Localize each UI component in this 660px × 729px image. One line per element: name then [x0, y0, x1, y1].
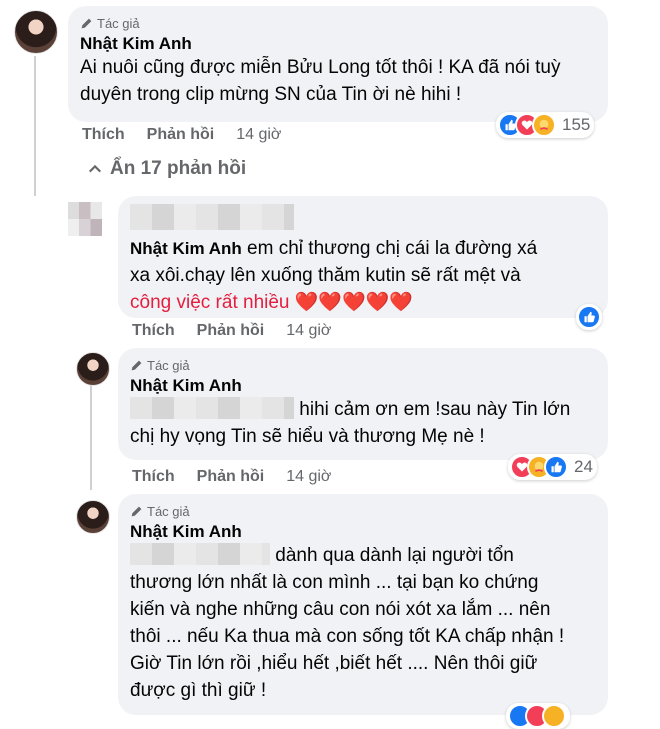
care-reaction-icon [532, 113, 556, 137]
thread-line [34, 56, 36, 196]
commenter-name[interactable]: Nhật Kim Anh [130, 522, 596, 542]
author-badge: Tác giả [130, 502, 596, 520]
pen-icon [131, 360, 142, 370]
reply-button[interactable]: Phản hồi [197, 468, 265, 486]
timestamp[interactable]: 14 giờ [236, 126, 281, 144]
avatar[interactable] [76, 352, 110, 386]
commenter-name[interactable]: Nhật Kim Anh [80, 34, 596, 54]
reply-actions: Thích Phản hồi 14 giờ [132, 468, 331, 486]
reply-bubble: Tác giả Nhật Kim Anh hihi cảm ơn em !sau… [118, 348, 608, 460]
reply-text: dành qua dành lại người tổn [275, 545, 514, 566]
tagged-name[interactable]: Nhật Kim Anh [130, 239, 242, 258]
hide-replies-toggle[interactable]: Ẩn 17 phản hồi [88, 158, 246, 180]
comment-text-line: duyên trong clip mừng SN của Tin ời nè h… [80, 84, 462, 105]
comment-actions: Thích Phản hồi 14 giờ [82, 126, 281, 144]
timestamp[interactable]: 14 giờ [286, 322, 331, 340]
reply-actions: Thích Phản hồi 14 giờ [132, 322, 331, 340]
reaction-summary[interactable]: 24 [508, 454, 597, 480]
reply-text: em chỉ thương chị cái la đường xá [247, 238, 538, 259]
commenter-name[interactable]: Nhật Kim Anh [130, 376, 596, 396]
pen-icon [131, 506, 142, 516]
reply-text-line: xa xôi.chạy lên xuống thăm kutin sẽ rất … [130, 265, 521, 286]
reply-text-line: Giờ Tin lớn rồi ,hiểu hết ,biết hết ....… [130, 653, 538, 674]
redacted-name [130, 204, 294, 230]
redacted-name [130, 543, 270, 565]
reply-text-line: chị hy vọng Tin sẽ hiểu và thương Mẹ nè … [130, 426, 485, 447]
author-badge-label: Tác giả [147, 503, 190, 519]
thread-line [90, 380, 92, 490]
chevron-up-icon [88, 164, 102, 173]
avatar[interactable] [76, 500, 110, 534]
reaction-summary[interactable] [576, 304, 602, 330]
avatar[interactable] [68, 202, 102, 236]
like-button[interactable]: Thích [132, 322, 175, 340]
reply-text-line: thương lớn nhất là con mình ... tại bạn … [130, 572, 539, 593]
care-reaction-icon [542, 704, 566, 728]
reaction-count: 24 [574, 457, 593, 476]
hide-replies-label: Ẩn 17 phản hồi [110, 158, 247, 179]
reply-bubble: Nhật Kim Anh em chỉ thương chị cái la đư… [118, 196, 608, 318]
reply-bubble: Tác giả Nhật Kim Anh dành qua dành lại n… [118, 494, 608, 715]
reply-text-line: được gì thì giữ ! [130, 680, 267, 701]
reply-button[interactable]: Phản hồi [147, 126, 215, 144]
reply-text-line: thôi ... nếu Ka thua mà con sống tốt KA … [130, 626, 565, 647]
pen-icon [81, 18, 92, 28]
comment-text-line: Ai nuôi cũng được miễn Bửu Long tốt thôi… [80, 57, 561, 78]
reply-button[interactable]: Phản hồi [197, 322, 265, 340]
reply-text: hihi cảm ơn em !sau này Tin lớn [299, 399, 571, 420]
reaction-summary[interactable]: 155 [496, 112, 595, 138]
author-badge: Tác giả [130, 356, 596, 374]
like-button[interactable]: Thích [82, 126, 125, 144]
like-reaction-icon [544, 455, 568, 479]
comment-bubble: Tác giả Nhật Kim Anh Ai nuôi cũng được m… [68, 6, 608, 122]
author-badge-label: Tác giả [147, 357, 190, 373]
timestamp[interactable]: 14 giờ [286, 468, 331, 486]
like-reaction-icon [577, 305, 601, 329]
author-badge-label: Tác giả [97, 15, 140, 31]
avatar[interactable] [14, 10, 58, 54]
reply-text-line: công việc rất nhiều ❤️❤️❤️❤️❤️ [130, 292, 414, 313]
like-button[interactable]: Thích [132, 468, 175, 486]
redacted-name [130, 397, 294, 419]
reaction-summary[interactable] [506, 703, 570, 729]
reply-text-line: kiến và nghe những câu con nói xót xa lắ… [130, 599, 551, 620]
reaction-count: 155 [562, 115, 591, 134]
author-badge: Tác giả [80, 14, 596, 32]
